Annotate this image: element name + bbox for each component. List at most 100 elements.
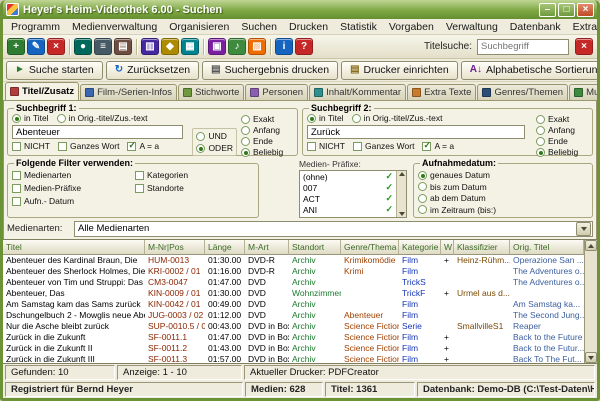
edit-media-icon[interactable]: ✎: [27, 38, 45, 55]
tab-extra-texte[interactable]: Extra Texte: [407, 84, 476, 100]
database-icon[interactable]: ▦: [181, 38, 199, 55]
a-gleich-a-checkbox-1[interactable]: A = a: [127, 141, 159, 151]
column-header-standort[interactable]: Standort: [289, 240, 341, 255]
menu-item-organisieren[interactable]: Organisieren: [163, 20, 235, 34]
radio-in-orig-2[interactable]: in Orig.-titel/Zus.-text: [352, 113, 443, 123]
table-row[interactable]: Zurück in die Zukunft IISF-0011.201:43.0…: [3, 343, 584, 354]
menu-item-datenbank[interactable]: Datenbank: [504, 20, 567, 34]
tab-stichworte[interactable]: Stichworte: [178, 84, 244, 100]
table-row[interactable]: Am Samstag kam das Sams zurückKIN-0042 /…: [3, 299, 584, 310]
help-icon[interactable]: ?: [295, 38, 313, 55]
suchbegriff1-input[interactable]: [12, 125, 183, 139]
radio-in-orig-1[interactable]: in Orig.-titel/Zus.-text: [57, 113, 148, 123]
dropdown-icon[interactable]: [576, 222, 591, 236]
column-header-kategorie[interactable]: Kategorie: [399, 240, 441, 255]
settings-icon[interactable]: ◆: [161, 38, 179, 55]
print-icon[interactable]: ▤: [114, 38, 132, 55]
table-row[interactable]: Zurück in die ZukunftSF-0011.101:47.00DV…: [3, 332, 584, 343]
prefix-item-act[interactable]: ACT✓: [300, 193, 396, 204]
anfang-radio-1[interactable]: Anfang: [241, 125, 293, 135]
scroll-down-icon[interactable]: [399, 212, 405, 216]
prefix-item-ani[interactable]: ANI✓: [300, 204, 396, 215]
filter-checkbox-aufn-datum[interactable]: Aufn.- Datum: [12, 196, 131, 206]
nicht-checkbox-1[interactable]: NICHT: [12, 141, 50, 151]
table-scrollbar[interactable]: [584, 240, 597, 363]
column-header-mnr[interactable]: M-Nr|Pos: [145, 240, 205, 255]
tab-personen[interactable]: Personen: [245, 84, 308, 100]
column-header-titel[interactable]: Titel: [3, 240, 145, 255]
a-gleich-a-checkbox-2[interactable]: A = a: [422, 141, 454, 151]
filter-checkbox-medien-präfixe[interactable]: Medien-Präfixe: [12, 183, 131, 193]
tab-titel-zusatz[interactable]: Titel/Zusatz: [5, 82, 79, 100]
anfang-radio-2[interactable]: Anfang: [536, 125, 588, 135]
table-row[interactable]: Abenteuer von Tim und Struppi: Das GeCM3…: [3, 277, 584, 288]
table-row[interactable]: Abenteuer, DasKIN-0009 / 0101:30.00DVDWo…: [3, 288, 584, 299]
maximize-icon[interactable]: □: [558, 3, 575, 17]
tab-genres-themen[interactable]: Genres/Themen: [477, 84, 568, 100]
table-row[interactable]: Abenteuer des Kardinal Braun, DieHUM-001…: [3, 255, 584, 266]
praefixe-scrollbar[interactable]: [396, 171, 406, 217]
exakt-radio-2[interactable]: Exakt: [536, 114, 588, 124]
aufnahme-option-bis-zum-datum[interactable]: bis zum Datum: [418, 182, 588, 192]
menu-item-medienverwaltung[interactable]: Medienverwaltung: [66, 20, 163, 34]
und-radio[interactable]: UND: [196, 131, 233, 141]
menu-item-programm[interactable]: Programm: [5, 20, 66, 34]
search-start-button[interactable]: ►Suche starten: [6, 61, 103, 80]
printer-setup-button[interactable]: ▤Drucker einrichten: [341, 61, 458, 80]
scroll-up-icon[interactable]: [399, 172, 405, 176]
alpha-sort-button[interactable]: A↓Alphabetische Sortierung: [461, 61, 600, 80]
film-icon[interactable]: ▣: [208, 38, 226, 55]
filter-checkbox-standorte[interactable]: Standorte: [135, 183, 254, 193]
radio-in-titel-2[interactable]: in Titel: [307, 113, 344, 123]
menu-item-suchen[interactable]: Suchen: [235, 20, 283, 34]
prefix-item-ohne[interactable]: (ohne)✓: [300, 171, 396, 182]
exit-icon[interactable]: ×: [575, 38, 593, 55]
tab-inhalt-kommentar[interactable]: Inhalt/Kommentar: [309, 84, 406, 100]
table-row[interactable]: Nur die Asche bleibt zurückSUP-0010.5 / …: [3, 321, 584, 332]
menu-item-drucken[interactable]: Drucken: [283, 20, 334, 34]
filter-checkbox-kategorien[interactable]: Kategorien: [135, 170, 254, 180]
aufnahme-option-ab-dem-datum[interactable]: ab dem Datum: [418, 193, 588, 203]
nicht-checkbox-2[interactable]: NICHT: [307, 141, 345, 151]
delete-media-icon[interactable]: ×: [47, 38, 65, 55]
reset-button[interactable]: ↻Zurücksetzen: [106, 61, 199, 80]
filter-checkbox-medienarten[interactable]: Medienarten: [12, 170, 131, 180]
statistics-icon[interactable]: ▥: [141, 38, 159, 55]
ende-radio-2[interactable]: Ende: [536, 136, 588, 146]
column-header-mart[interactable]: M-Art: [245, 240, 289, 255]
aufnahme-option-im-zeitraum-bis[interactable]: im Zeitraum (bis:): [418, 205, 588, 215]
prefix-item-007[interactable]: 007✓: [300, 182, 396, 193]
titlesearch-input[interactable]: [477, 39, 569, 55]
menu-item-statistik[interactable]: Statistik: [334, 20, 383, 34]
tab-film-serien-infos[interactable]: Film-/Serien-Infos: [80, 84, 177, 100]
menu-item-vorgaben[interactable]: Vorgaben: [383, 20, 440, 34]
notes-icon[interactable]: ▨: [248, 38, 266, 55]
table-row[interactable]: Zurück in die Zukunft IIISF-0011.301:57.…: [3, 354, 584, 364]
print-results-button[interactable]: ▤Suchergebnis drucken: [202, 61, 338, 80]
close-icon[interactable]: ×: [577, 3, 594, 17]
medienarten-select[interactable]: Alle Medienarten: [74, 221, 593, 237]
list-icon[interactable]: ≡: [94, 38, 112, 55]
menu-item-extras[interactable]: Extras: [567, 20, 600, 34]
column-header-laenge[interactable]: Länge: [205, 240, 245, 255]
oder-radio[interactable]: ODER: [196, 143, 233, 153]
menu-item-verwaltung[interactable]: Verwaltung: [440, 20, 504, 34]
ganzes-wort-checkbox-2[interactable]: Ganzes Wort: [353, 141, 414, 151]
new-media-icon[interactable]: +: [7, 38, 25, 55]
beliebig-radio-2[interactable]: Beliebig: [536, 147, 588, 157]
column-header-genre[interactable]: Genre/Thema: [341, 240, 399, 255]
column-header-orig[interactable]: Orig. Titel: [510, 240, 584, 255]
search-icon[interactable]: ●: [74, 38, 92, 55]
aufnahme-option-genaues-datum[interactable]: genaues Datum: [418, 170, 588, 180]
table-row[interactable]: Dschungelbuch 2 - Mowglis neue Abent...J…: [3, 310, 584, 321]
ganzes-wort-checkbox-1[interactable]: Ganzes Wort: [58, 141, 119, 151]
info-icon[interactable]: i: [275, 38, 293, 55]
suchbegriff2-input[interactable]: [307, 125, 525, 139]
music-icon[interactable]: ♪: [228, 38, 246, 55]
scroll-down-button[interactable]: [585, 352, 597, 363]
exakt-radio-1[interactable]: Exakt: [241, 114, 293, 124]
column-header-klass[interactable]: Klassifizier: [454, 240, 510, 255]
tab-musik[interactable]: Musik: [569, 84, 600, 100]
scrollbar-track[interactable]: [585, 251, 597, 352]
ende-radio-1[interactable]: Ende: [241, 136, 293, 146]
